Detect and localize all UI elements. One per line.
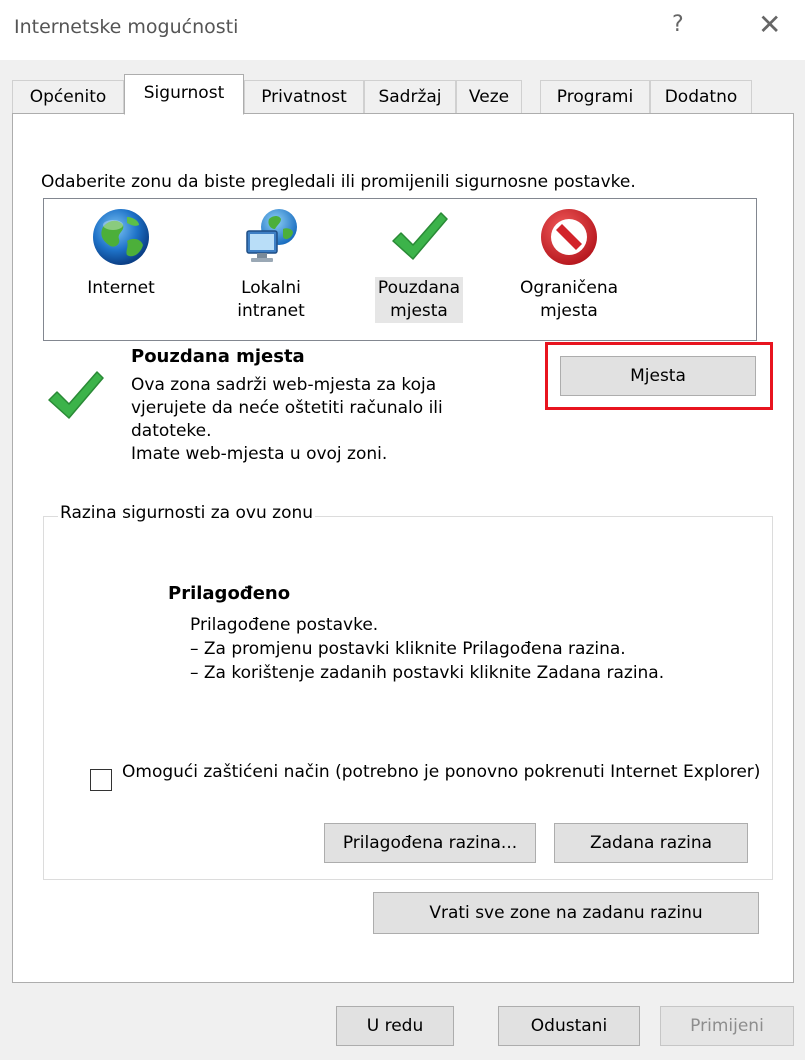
zone-internet[interactable]: Internet xyxy=(66,205,176,300)
apply-button[interactable]: Primijeni xyxy=(660,1006,794,1046)
level-title: Prilagođeno xyxy=(168,583,291,604)
globe-icon xyxy=(89,205,153,269)
default-level-button[interactable]: Zadana razina xyxy=(554,823,748,863)
checkmark-icon xyxy=(387,205,451,269)
zone-instruction: Odaberite zonu da biste pregledali ili p… xyxy=(41,172,636,192)
tab-dodatno[interactable]: Dodatno xyxy=(650,80,752,114)
security-panel: Odaberite zonu da biste pregledali ili p… xyxy=(12,113,794,983)
custom-level-button[interactable]: Prilagođena razina... xyxy=(324,823,536,863)
help-button[interactable]: ? xyxy=(672,12,684,37)
zone-internet-label: Internet xyxy=(87,278,155,298)
zone-local-intranet-label: Lokalni intranet xyxy=(237,278,305,321)
protected-mode-label[interactable]: Omogući zaštićeni način (potrebno je pon… xyxy=(122,759,762,785)
trusted-checkmark-icon xyxy=(43,364,107,428)
zone-list: Internet Lokalni intranet Pouzdana mjest… xyxy=(43,198,757,341)
restricted-icon xyxy=(537,205,601,269)
protected-mode-checkbox[interactable] xyxy=(90,769,112,791)
tab-sadrzaj[interactable]: Sadržaj xyxy=(364,80,456,114)
security-level-legend: Razina sigurnosti za ovu zonu xyxy=(58,503,316,523)
title-bar: Internetske mogućnosti ? ✕ xyxy=(0,0,805,60)
reset-all-zones-button[interactable]: Vrati sve zone na zadanu razinu xyxy=(373,892,759,934)
zone-trusted-sites[interactable]: Pouzdana mjesta xyxy=(364,205,474,323)
tab-programi[interactable]: Programi xyxy=(540,80,650,114)
zone-local-intranet[interactable]: Lokalni intranet xyxy=(216,205,326,323)
window-title: Internetske mogućnosti xyxy=(14,16,239,38)
tab-opcenito[interactable]: Općenito xyxy=(12,80,124,114)
tab-sigurnost[interactable]: Sigurnost xyxy=(124,74,244,115)
sites-button[interactable]: Mjesta xyxy=(560,356,756,396)
tab-veze[interactable]: Veze xyxy=(456,80,522,114)
cancel-button[interactable]: Odustani xyxy=(498,1006,640,1046)
zone-description: Ova zona sadrži web-mjesta za koja vjeru… xyxy=(131,375,443,464)
zone-restricted-sites-label: Ograničena mjesta xyxy=(519,278,619,321)
ok-button[interactable]: U redu xyxy=(336,1006,454,1046)
zone-trusted-sites-label: Pouzdana mjesta xyxy=(374,277,464,323)
level-description: Prilagođene postavke. – Za promjenu post… xyxy=(190,615,665,683)
security-level-group: Razina sigurnosti za ovu zonu Prilagođen… xyxy=(43,503,773,880)
tab-privatnost[interactable]: Privatnost xyxy=(244,80,364,114)
close-icon[interactable]: ✕ xyxy=(758,8,781,41)
zone-title: Pouzdana mjesta xyxy=(131,346,305,367)
zone-restricted-sites[interactable]: Ograničena mjesta xyxy=(514,205,624,323)
intranet-icon xyxy=(239,205,303,269)
